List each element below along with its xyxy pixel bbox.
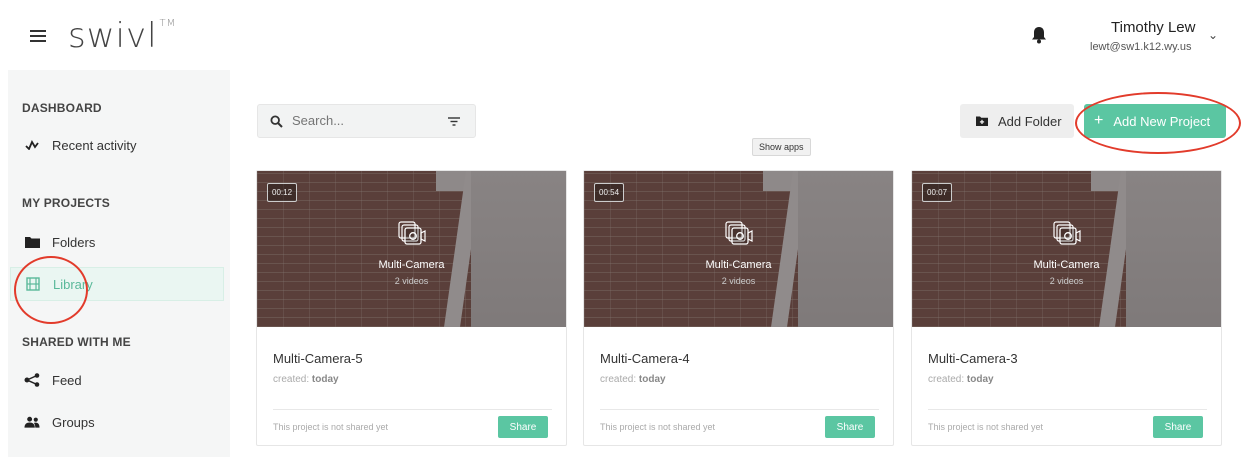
plus-icon: + [1094, 112, 1104, 129]
logo-trademark: TM [159, 18, 177, 29]
bell-icon[interactable] [1031, 26, 1047, 44]
top-header: swivl TM Timothy Lew lewt@sw1.k12.wy.us ⌄ [0, 0, 1257, 70]
activity-icon [24, 138, 40, 152]
sidebar-item-label: Folders [52, 234, 96, 250]
menu-icon[interactable] [30, 30, 46, 42]
filter-icon[interactable] [448, 117, 460, 126]
share-status: This project is not shared yet [600, 422, 716, 432]
sidebar: DASHBOARD Recent activity MY PROJECTS Fo… [8, 70, 230, 457]
share-button[interactable]: Share [498, 416, 548, 438]
groups-icon [24, 415, 40, 429]
folder-icon [24, 235, 40, 249]
sidebar-item-label: Library [53, 276, 93, 292]
multi-camera-icon [725, 221, 753, 245]
show-apps-tooltip: Show apps [752, 138, 811, 156]
divider [600, 409, 879, 410]
project-title[interactable]: Multi-Camera-3 [928, 351, 1018, 366]
user-email: lewt@sw1.k12.wy.us [1090, 41, 1192, 53]
duration-badge: 00:54 [594, 183, 625, 202]
share-status: This project is not shared yet [273, 422, 389, 432]
project-type-label: Multi-Camera [378, 259, 445, 271]
video-count: 2 videos [394, 276, 429, 286]
divider [273, 409, 552, 410]
user-name[interactable]: Timothy Lew [1111, 19, 1195, 36]
project-thumbnail[interactable]: 00:07 Multi-Camera 2 videos [912, 171, 1221, 327]
search-input[interactable] [257, 104, 476, 138]
swivl-logo[interactable]: swivl TM [68, 16, 176, 56]
sidebar-item-recent-activity[interactable]: Recent activity [10, 128, 224, 162]
share-button[interactable]: Share [825, 416, 875, 438]
project-card[interactable]: 00:12 Multi-Camera 2 videos Multi-Camera… [256, 170, 567, 446]
video-count: 2 videos [1049, 276, 1084, 286]
folder-plus-icon [976, 116, 988, 126]
film-icon [25, 277, 41, 291]
project-title[interactable]: Multi-Camera-5 [273, 351, 363, 366]
project-thumbnail[interactable]: 00:54 Multi-Camera 2 videos [584, 171, 893, 327]
sidebar-item-groups[interactable]: Groups [10, 405, 224, 439]
share-button[interactable]: Share [1153, 416, 1203, 438]
logo-text: swivl [68, 16, 158, 56]
project-card[interactable]: 00:07 Multi-Camera 2 videos Multi-Camera… [911, 170, 1222, 446]
multi-camera-icon [1053, 221, 1081, 245]
project-card[interactable]: 00:54 Multi-Camera 2 videos Multi-Camera… [583, 170, 894, 446]
created-date: created: today [600, 374, 666, 385]
divider [928, 409, 1207, 410]
sidebar-item-label: Recent activity [52, 137, 137, 153]
sidebar-item-feed[interactable]: Feed [10, 363, 224, 397]
section-my-projects: MY PROJECTS [22, 196, 110, 210]
add-folder-button[interactable]: Add Folder [960, 104, 1074, 138]
sidebar-item-library[interactable]: Library [10, 267, 224, 301]
project-thumbnail[interactable]: 00:12 Multi-Camera 2 videos [257, 171, 566, 327]
project-title[interactable]: Multi-Camera-4 [600, 351, 690, 366]
add-folder-label: Add Folder [998, 113, 1062, 129]
duration-badge: 00:12 [267, 183, 298, 202]
sidebar-item-label: Feed [52, 372, 82, 388]
section-dashboard: DASHBOARD [22, 101, 102, 115]
created-date: created: today [273, 374, 339, 385]
section-shared-with-me: SHARED WITH ME [22, 335, 131, 349]
multi-camera-icon [398, 221, 426, 245]
search-icon [270, 115, 283, 128]
add-new-project-button[interactable]: + Add New Project [1084, 104, 1226, 138]
add-project-label: Add New Project [1113, 113, 1211, 129]
sidebar-item-folders[interactable]: Folders [10, 225, 224, 259]
chevron-down-icon[interactable]: ⌄ [1208, 28, 1218, 42]
video-count: 2 videos [721, 276, 756, 286]
created-date: created: today [928, 374, 994, 385]
project-type-label: Multi-Camera [705, 259, 772, 271]
duration-badge: 00:07 [922, 183, 953, 202]
search-field[interactable] [292, 113, 432, 128]
share-status: This project is not shared yet [928, 422, 1044, 432]
share-icon [24, 373, 40, 387]
sidebar-item-label: Groups [52, 414, 95, 430]
project-type-label: Multi-Camera [1033, 259, 1100, 271]
